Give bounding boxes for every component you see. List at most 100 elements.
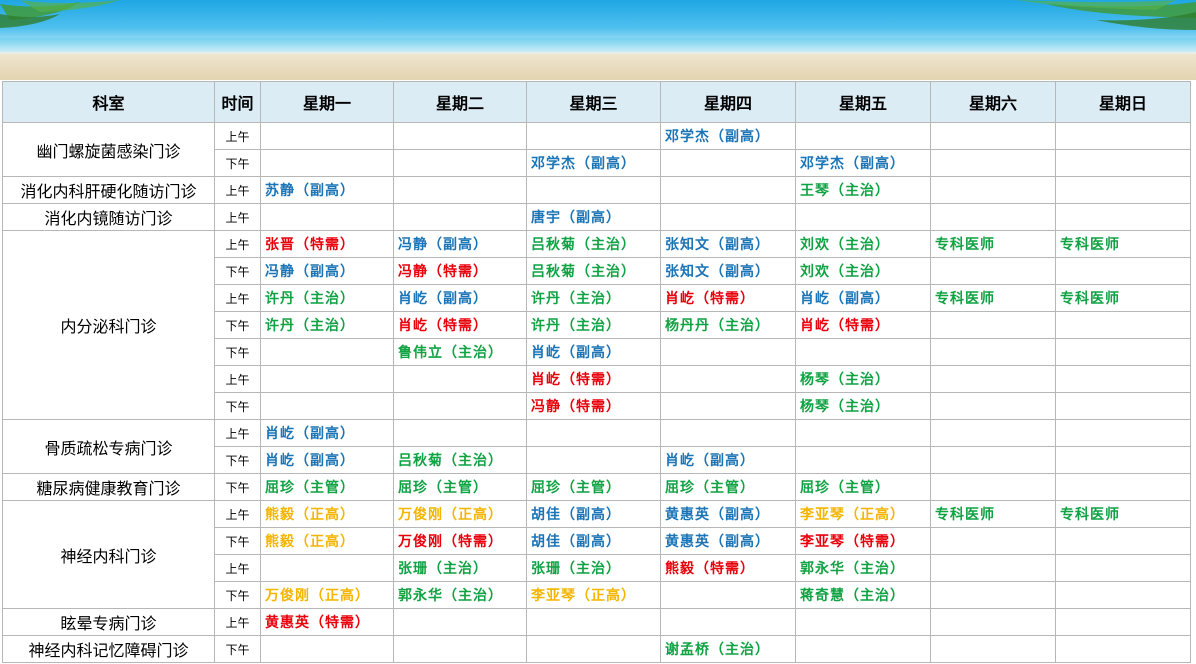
time-cell: 下午 xyxy=(214,527,261,555)
doctor-cell: 冯静（副高） xyxy=(393,230,527,258)
doctor-cell xyxy=(1055,554,1191,582)
header-cell: 星期五 xyxy=(795,81,931,123)
doctor-cell: 杨琴（主治） xyxy=(795,365,931,393)
doctor-cell xyxy=(930,473,1056,501)
doctor-cell xyxy=(660,203,796,231)
doctor-cell xyxy=(1055,311,1191,339)
doctor-cell: 李亚琴（正高） xyxy=(526,581,661,609)
header-cell: 星期二 xyxy=(393,81,527,123)
doctor-cell: 郭永华（主治） xyxy=(393,581,527,609)
header-cell: 星期一 xyxy=(260,81,394,123)
doctor-cell xyxy=(660,608,796,636)
header-cell: 星期三 xyxy=(526,81,661,123)
doctor-cell xyxy=(393,365,527,393)
doctor-cell: 许丹（主治） xyxy=(526,311,661,339)
doctor-cell xyxy=(1055,365,1191,393)
time-cell: 上午 xyxy=(214,500,261,528)
time-cell: 下午 xyxy=(214,581,261,609)
doctor-cell: 肖屹（特需） xyxy=(660,284,796,312)
doctor-cell xyxy=(393,419,527,447)
doctor-cell: 万俊刚（特需） xyxy=(393,527,527,555)
doctor-cell xyxy=(526,446,661,474)
doctor-cell: 李亚琴（正高） xyxy=(795,500,931,528)
doctor-cell: 万俊刚（正高） xyxy=(393,500,527,528)
doctor-cell xyxy=(930,311,1056,339)
doctor-cell: 冯静（副高） xyxy=(260,257,394,285)
doctor-cell: 黄惠英（特需） xyxy=(260,608,394,636)
doctor-cell xyxy=(1055,635,1191,663)
doctor-cell xyxy=(660,419,796,447)
doctor-cell xyxy=(1055,122,1191,150)
table-row: 消化内镜随访门诊 上午 唐宇（副高） xyxy=(2,203,1191,231)
doctor-cell xyxy=(795,635,931,663)
doctor-cell: 冯静（特需） xyxy=(526,392,661,420)
table-row: 糖尿病健康教育门诊 下午 屈珍（主管） 屈珍（主管） 屈珍（主管） 屈珍（主管） 屈珍（主管… xyxy=(2,473,1191,501)
table-row: 消化内科肝硬化随访门诊 上午 苏静（副高） 王琴（主治） xyxy=(2,176,1191,204)
time-cell: 下午 xyxy=(214,338,261,366)
table-row: 骨质疏松专病门诊 上午 肖屹（副高） xyxy=(2,419,1191,474)
doctor-cell xyxy=(660,365,796,393)
doctor-cell xyxy=(1055,419,1191,447)
doctor-cell: 屈珍（主管） xyxy=(260,473,394,501)
doctor-cell: 郭永华（主治） xyxy=(795,554,931,582)
doctor-cell xyxy=(930,527,1056,555)
time-cell: 上午 xyxy=(214,122,261,150)
doctor-cell xyxy=(660,149,796,177)
doctor-cell: 苏静（副高） xyxy=(260,176,394,204)
doctor-cell: 熊毅（正高） xyxy=(260,500,394,528)
doctor-cell xyxy=(930,392,1056,420)
doctor-cell xyxy=(1055,338,1191,366)
doctor-cell: 杨丹丹（主治） xyxy=(660,311,796,339)
doctor-cell: 鲁伟立（主治） xyxy=(393,338,527,366)
doctor-cell xyxy=(1055,581,1191,609)
doctor-cell xyxy=(795,338,931,366)
doctor-cell xyxy=(1055,608,1191,636)
palm-leaves-right-icon xyxy=(1016,0,1196,30)
doctor-cell xyxy=(526,122,661,150)
time-cell: 上午 xyxy=(214,365,261,393)
department-cell: 幽门螺旋菌感染门诊 xyxy=(2,122,215,177)
doctor-cell xyxy=(393,149,527,177)
sea-strip xyxy=(0,38,1196,52)
doctor-cell: 专科医师 xyxy=(930,284,1056,312)
doctor-cell xyxy=(526,608,661,636)
doctor-cell: 唐宇（副高） xyxy=(526,203,661,231)
doctor-cell xyxy=(1055,473,1191,501)
doctor-cell: 胡佳（副高） xyxy=(526,527,661,555)
department-cell: 消化内科肝硬化随访门诊 xyxy=(2,176,215,204)
table-row: 幽门螺旋菌感染门诊 上午邓学杰（副高） xyxy=(2,122,1191,177)
time-cell: 下午 xyxy=(214,311,261,339)
doctor-cell xyxy=(930,581,1056,609)
department-cell: 糖尿病健康教育门诊 xyxy=(2,473,215,501)
doctor-cell: 张珊（主治） xyxy=(526,554,661,582)
table-row: 内分泌科门诊 上午 张晋（特需） 冯静（副高） 吕秋菊（主治） 张知文（副高） 刘欢（主治）… xyxy=(2,230,1191,420)
doctor-cell: 李亚琴（特需） xyxy=(795,527,931,555)
time-cell: 上午 xyxy=(214,554,261,582)
doctor-cell xyxy=(930,419,1056,447)
doctor-cell xyxy=(930,122,1056,150)
department-cell: 内分泌科门诊 xyxy=(2,230,215,420)
doctor-cell: 刘欢（主治） xyxy=(795,230,931,258)
doctor-cell: 张晋（特需） xyxy=(260,230,394,258)
doctor-cell xyxy=(393,203,527,231)
doctor-cell xyxy=(260,203,394,231)
time-cell: 上午 xyxy=(214,608,261,636)
doctor-cell: 万俊刚（正高） xyxy=(260,581,394,609)
doctor-cell xyxy=(795,419,931,447)
doctor-cell: 许丹（主治） xyxy=(260,284,394,312)
doctor-cell: 邓学杰（副高） xyxy=(526,149,661,177)
outpatient-schedule-table: 科室 时间 星期一 星期二 星期三 星期四 星期五 星期六 星期日 幽门螺旋菌感染门诊 上午 邓学杰… xyxy=(2,81,1191,663)
doctor-cell: 黄惠英（副高） xyxy=(660,500,796,528)
doctor-cell xyxy=(393,608,527,636)
doctor-cell: 肖屹（副高） xyxy=(260,446,394,474)
time-cell: 下午 xyxy=(214,473,261,501)
doctor-cell xyxy=(1055,176,1191,204)
doctor-cell xyxy=(1055,446,1191,474)
doctor-cell xyxy=(260,122,394,150)
doctor-cell: 屈珍（主管） xyxy=(526,473,661,501)
doctor-cell xyxy=(795,203,931,231)
doctor-cell: 专科医师 xyxy=(1055,230,1191,258)
doctor-cell xyxy=(660,392,796,420)
department-cell: 神经内科记忆障碍门诊 xyxy=(2,635,215,663)
doctor-cell xyxy=(260,392,394,420)
